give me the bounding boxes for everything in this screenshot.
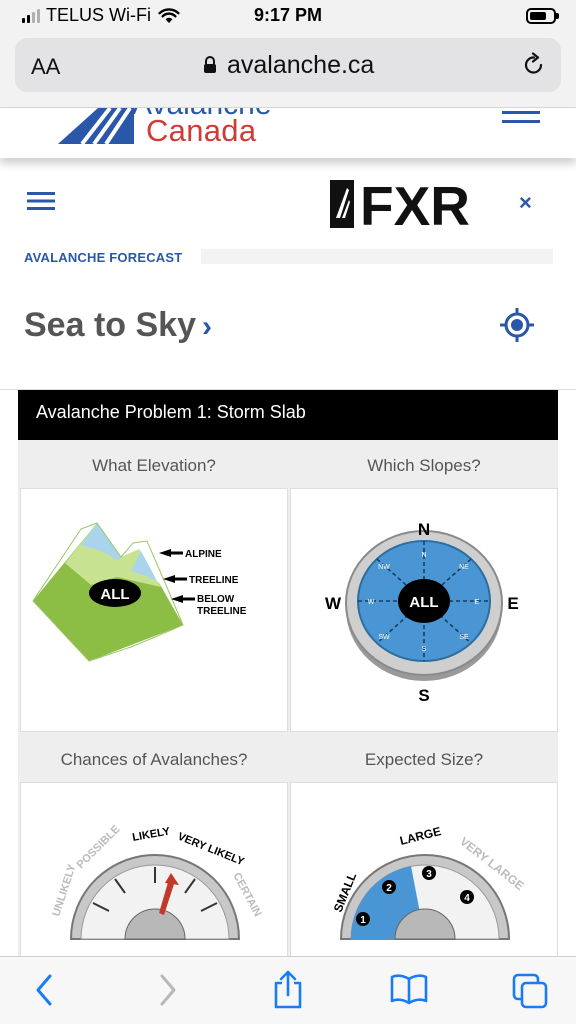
slopes-center-label: ALL [409,594,438,611]
inner-e: E [475,599,480,606]
compass-west: W [325,594,342,613]
region-name: Sea to Sky [24,306,196,344]
inner-se: SE [459,634,469,641]
slopes-heading: Which Slopes? [367,456,481,475]
elevation-heading: What Elevation? [92,456,216,475]
inner-ne: NE [459,564,469,571]
text-size-button[interactable]: AA [31,54,60,80]
size-3: 3 [426,869,432,880]
inner-s: S [422,646,427,653]
tabs-icon[interactable] [512,973,548,1009]
size-4: 4 [464,893,470,904]
sponsor-name: FXR [360,178,470,230]
status-bar: TELUS Wi-Fi 9:17 PM [0,0,576,34]
section-label-bar [201,249,553,264]
sponsor-logo[interactable]: FXR [330,175,480,237]
browser-toolbar [0,956,576,1024]
section-label: AVALANCHE FORECAST [24,250,183,265]
compass-south: S [418,686,429,705]
reload-icon[interactable] [521,52,547,78]
lock-icon [204,56,216,73]
forecast-panel-header: FXR × AVALANCHE FORECAST Sea to Sky › [0,158,576,390]
alpine-label: ALPINE [185,549,222,560]
battery-icon [526,8,559,24]
slopes-diagram: ALL N NE E SE S SW W NW N E S W [290,488,558,732]
problem-title: Avalanche Problem 1: Storm Slab [18,390,558,440]
chances-gauge: UNLIKELY POSSIBLE LIKELY VERY LIKELY CER… [20,782,288,956]
chance-likely: LIKELY [131,825,171,844]
address-bar[interactable]: AA avalanche.ca [15,38,561,92]
compass-east: E [507,594,518,613]
size-heading: Expected Size? [364,750,484,769]
problem-grid: What Elevation? ALL ALPINE TREELINE BELO… [18,440,558,956]
chance-unlikely: UNLIKELY [50,862,78,918]
inner-nw: NW [378,564,390,571]
status-time: 9:17 PM [253,5,323,25]
treeline-label: TREELINE [189,575,239,586]
inner-n: N [421,552,426,559]
close-icon[interactable]: × [519,190,532,216]
elevation-center-label: ALL [100,586,129,603]
bookmarks-icon[interactable] [390,973,428,1005]
chevron-right-icon: › [201,310,212,343]
size-2: 2 [386,883,392,894]
size-gauge: 1 2 3 4 SMALL LARGE VERY LARGE [290,782,558,956]
site-menu-icon[interactable] [502,108,540,126]
size-large: LARGE [398,824,442,848]
elevation-diagram: ALL ALPINE TREELINE BELOW TREELINE [20,488,288,732]
chances-heading: Chances of Avalanches? [60,750,248,769]
inner-sw: SW [378,634,390,641]
size-1: 1 [360,915,366,926]
panel-menu-icon[interactable] [27,191,55,211]
below-label: BELOW [197,594,235,605]
share-icon[interactable] [272,969,304,1009]
locate-icon[interactable] [500,308,534,342]
avalanche-canada-logo[interactable] [58,108,134,144]
inner-w: W [368,599,375,606]
brand-name: Canada [146,113,257,148]
browser-top-bar: AA avalanche.ca [0,34,576,108]
url-text[interactable]: avalanche.ca [227,51,374,80]
back-icon[interactable] [34,973,54,1007]
below-treeline-label: TREELINE [197,606,247,617]
compass-north: N [418,520,430,539]
site-header: Avalanche Canada [0,108,576,158]
forward-icon[interactable] [158,973,178,1007]
region-selector[interactable]: Sea to Sky › [24,306,212,345]
